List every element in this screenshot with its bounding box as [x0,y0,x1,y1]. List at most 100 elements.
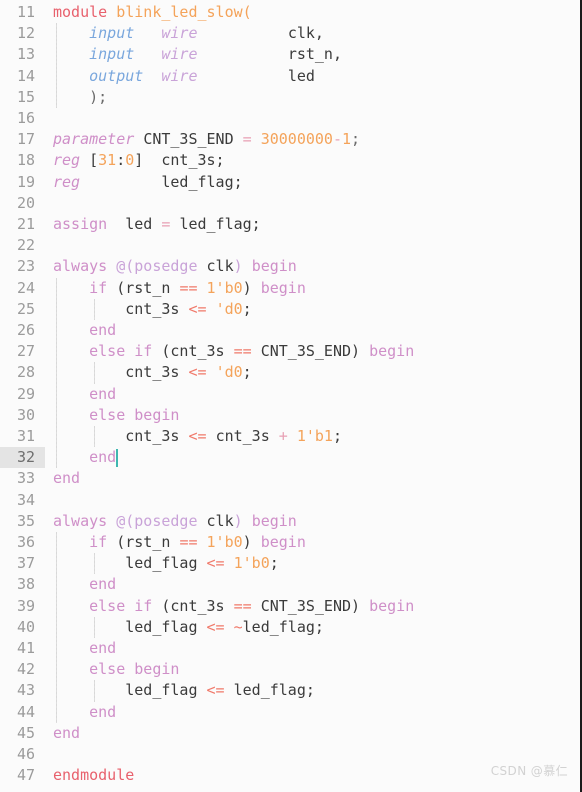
code-token: wire [161,66,198,85]
line-number-gutter[interactable]: 11 12 13 14 15 16 17 18 19 20 21 22 23 24 25 26 27 28 29 30… [0,0,45,792]
code-line[interactable] [53,235,62,256]
code-token: ) [233,257,243,276]
code-line[interactable]: parameter CNT_3S_END = 30000000-1; [53,129,360,150]
code-line[interactable]: end [53,447,116,468]
code-line[interactable]: input wire clk, [53,23,324,44]
code-token: + [278,427,288,445]
code-line[interactable]: end [53,638,116,659]
code-line[interactable]: end [53,702,116,723]
code-line[interactable]: always @(posedge clk) begin [53,511,297,532]
code-token: wire [161,45,198,64]
code-line[interactable]: if (rst_n == 1'b0) begin [53,532,306,553]
code-line[interactable]: always @(posedge clk) begin [53,256,297,277]
code-token: clk, [287,24,324,43]
code-line[interactable]: led_flag <= ~led_flag; [53,617,324,638]
code-token: input [89,24,135,43]
code-token: ); [53,87,108,106]
code-token: ) [242,533,252,551]
code-token: cnt_3s [125,427,180,445]
code-line[interactable]: end [53,574,116,595]
code-token: 1'b0 [206,278,243,297]
line-number: 25 [16,299,35,318]
code-line[interactable] [53,193,62,214]
code-line[interactable]: end [53,384,116,405]
csdn-watermark: CSDN @慕仁 [490,763,568,778]
code-line[interactable]: input wire rst_n, [53,44,342,65]
code-line[interactable] [53,490,62,511]
code-token: rst_n [125,533,171,551]
code-token: blink_led_slow [116,3,243,21]
code-line[interactable]: cnt_3s <= 'd0; [53,299,251,320]
code-line[interactable]: end [53,468,80,489]
code-token: begin [260,533,306,551]
code-token: begin [251,257,297,276]
code-token: parameter [53,130,135,149]
code-line[interactable]: end [53,320,116,341]
code-line[interactable]: assign led = led_flag; [53,214,261,235]
code-token: end [89,448,117,467]
code-line[interactable]: if (rst_n == 1'b0) begin [53,278,306,299]
code-token: begin [134,405,180,424]
line-number: 12 [16,24,35,43]
line-number: 19 [16,172,35,191]
code-token: begin [369,342,415,361]
code-line[interactable]: cnt_3s <= 'd0; [53,362,252,383]
line-number: 16 [16,109,35,127]
code-token: ; [242,363,252,382]
code-line[interactable]: led_flag <= 1'b0; [53,553,279,574]
line-number: 33 [16,469,35,488]
code-line[interactable]: else begin [53,659,179,680]
code-token: if [89,278,108,297]
code-token: 0 [125,151,135,170]
code-line[interactable]: endmodule [53,765,134,786]
code-line[interactable]: reg led_flag; [53,172,243,193]
code-token: posedge [134,511,198,530]
code-token: 'd0 [215,299,243,318]
code-content-area[interactable]: module blink_led_slow( input wire clk, i… [53,0,580,792]
code-line[interactable]: end [53,723,80,744]
code-editor[interactable]: 11 12 13 14 15 16 17 18 19 20 21 22 23 24 25 26 27 28 29 30… [0,0,582,792]
code-token: led [125,215,153,233]
code-line[interactable]: else if (cnt_3s == CNT_3S_END) begin [53,596,414,617]
line-number: 26 [16,321,35,339]
code-line[interactable]: module blink_led_slow( [53,2,252,23]
code-line[interactable]: led_flag <= led_flag; [53,680,315,701]
code-line[interactable]: else begin [53,405,179,426]
line-number: 45 [16,723,35,742]
code-line[interactable]: else if (cnt_3s == CNT_3S_END) begin [53,341,414,362]
code-token: ; [269,554,279,573]
code-line[interactable]: cnt_3s <= cnt_3s + 1'b1; [53,426,342,447]
code-line[interactable]: reg [31:0] cnt_3s; [53,150,225,171]
line-number: 18 [16,151,35,170]
code-token: ) [233,511,243,530]
code-token: ( [242,3,252,21]
code-token: 31 [98,151,117,170]
code-line[interactable] [53,744,62,765]
line-number: 23 [16,257,35,276]
code-line[interactable]: output wire led [53,66,315,87]
code-token: CNT_3S_END [143,130,234,149]
code-token: ] [134,151,144,170]
code-line[interactable] [53,108,62,129]
code-line[interactable]: ); [53,87,107,108]
code-token: led_flag [125,554,198,573]
code-token: @( [116,257,135,276]
code-token: <= [206,617,225,636]
